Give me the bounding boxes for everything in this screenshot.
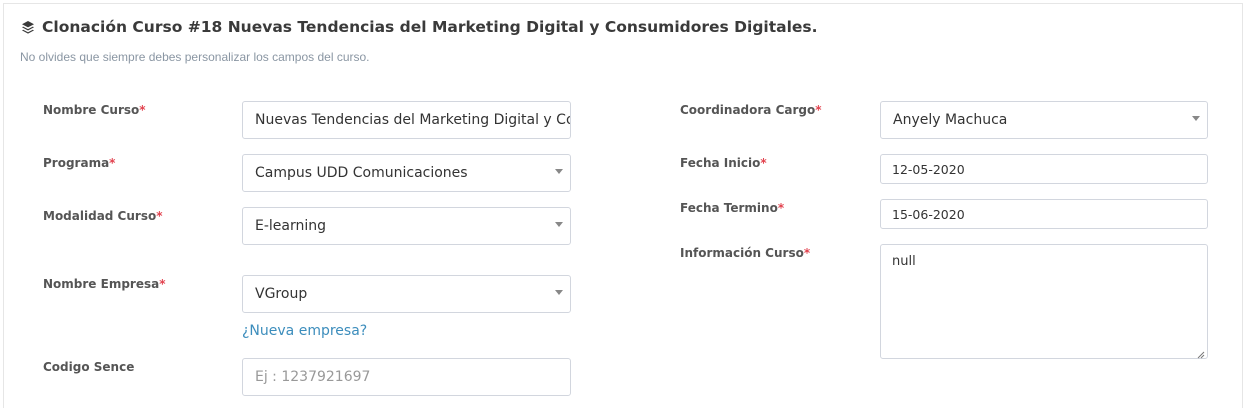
modalidad-select[interactable]: E-learning: [242, 207, 571, 245]
resize-handle-icon[interactable]: [1197, 348, 1205, 359]
programa-select[interactable]: Campus UDD Comunicaciones: [242, 154, 571, 192]
label-fecha-inicio: Fecha Inicio*: [680, 156, 767, 170]
page-subtitle: No olvides que siempre debes personaliza…: [20, 50, 370, 64]
fecha-inicio-input[interactable]: 12-05-2020: [880, 154, 1208, 184]
coordinadora-select[interactable]: Anyely Machuca: [880, 101, 1208, 139]
codigo-sence-input[interactable]: Ej : 1237921697: [242, 358, 571, 396]
nueva-empresa-link[interactable]: ¿Nueva empresa?: [242, 323, 367, 339]
chevron-down-icon: [555, 222, 563, 227]
label-informacion: Información Curso*: [680, 246, 811, 260]
nombre-curso-input[interactable]: Nuevas Tendencias del Marketing Digital …: [242, 101, 571, 139]
fecha-termino-input[interactable]: 15-06-2020: [880, 199, 1208, 229]
label-programa: Programa*: [43, 156, 116, 170]
chevron-down-icon: [555, 290, 563, 295]
label-codigo-sence: Codigo Sence: [43, 360, 135, 374]
label-modalidad: Modalidad Curso*: [43, 209, 163, 223]
informacion-textarea[interactable]: null: [880, 244, 1208, 359]
empresa-select[interactable]: VGroup: [242, 275, 571, 313]
label-coordinadora: Coordinadora Cargo*: [680, 103, 822, 117]
chevron-down-icon: [1192, 116, 1200, 121]
label-fecha-termino: Fecha Termino*: [680, 201, 785, 215]
chevron-down-icon: [555, 169, 563, 174]
layers-icon: [21, 20, 35, 34]
label-nombre-curso: Nombre Curso*: [43, 103, 146, 117]
page-title-text: Clonación Curso #18 Nuevas Tendencias de…: [42, 18, 818, 36]
page-title: Clonación Curso #18 Nuevas Tendencias de…: [21, 18, 818, 36]
label-empresa: Nombre Empresa*: [43, 277, 166, 291]
